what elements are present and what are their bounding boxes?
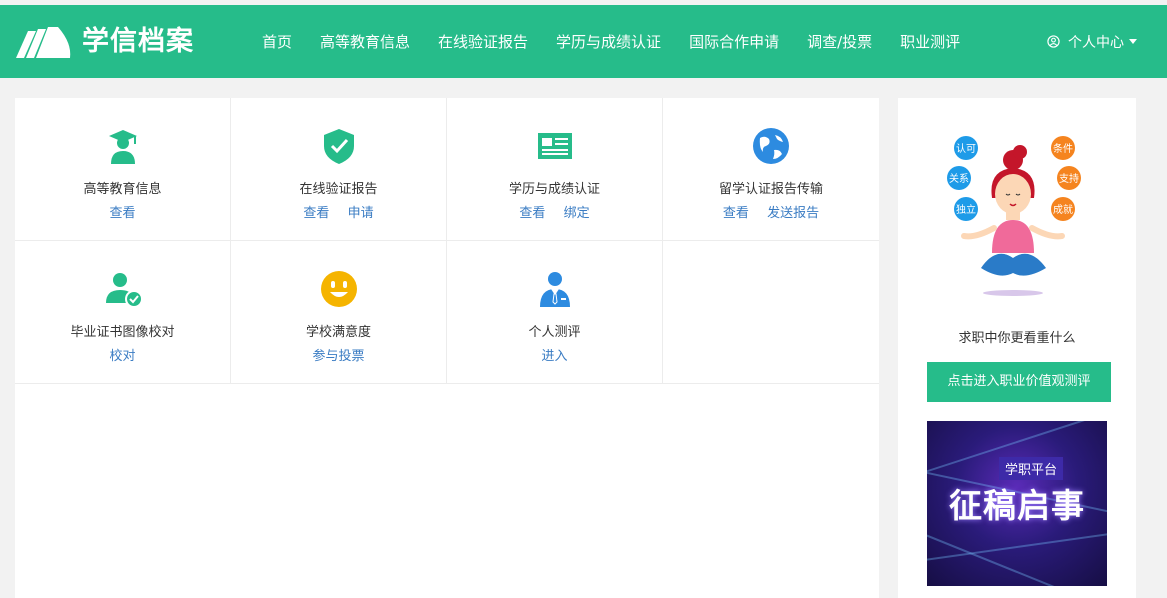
career-values-test-button[interactable]: 点击进入职业价值观测评 [927, 362, 1111, 402]
user-check-icon [105, 273, 143, 308]
service-card: 个人测评 进入 [447, 241, 663, 384]
service-title: 学历与成绩认证 [508, 182, 600, 197]
enter-link[interactable]: 进入 [541, 349, 567, 364]
view-link[interactable]: 查看 [723, 206, 749, 221]
user-circle-icon [1047, 35, 1060, 48]
service-card: 学校满意度 参与投票 [231, 241, 447, 384]
bubble-label: 认可 [956, 142, 976, 155]
bind-link[interactable]: 绑定 [564, 206, 590, 221]
sidebar-caption: 求职中你更看重什么 [958, 331, 1076, 346]
nav-higher-education[interactable]: 高等教育信息 [320, 31, 410, 52]
bubble-label: 成就 [1053, 203, 1073, 216]
nav-international[interactable]: 国际合作申请 [689, 31, 779, 52]
globe-icon [753, 128, 789, 164]
send-report-link[interactable]: 发送报告 [767, 206, 819, 221]
bubble-label: 支持 [1059, 172, 1079, 185]
nav-home[interactable]: 首页 [262, 31, 292, 52]
nav-degree-certification[interactable]: 学历与成绩认证 [556, 31, 661, 52]
logo-mark-icon [16, 27, 71, 58]
service-title: 学校满意度 [305, 325, 371, 340]
vote-link[interactable]: 参与投票 [312, 349, 364, 364]
service-card: 高等教育信息 查看 [15, 98, 231, 241]
service-title: 个人测评 [528, 325, 581, 340]
bubble-label: 关系 [949, 172, 969, 185]
bubble-label: 独立 [956, 203, 976, 216]
chevron-down-icon [1129, 39, 1137, 44]
view-link[interactable]: 查看 [519, 206, 545, 221]
empty-cell [663, 241, 879, 384]
brand-name: 学信档案 [82, 26, 194, 57]
main-nav: 首页 高等教育信息 在线验证报告 学历与成绩认证 国际合作申请 调查/投票 职业… [248, 5, 974, 78]
graduate-icon [108, 130, 137, 164]
nav-survey[interactable]: 调查/投票 [807, 31, 872, 52]
career-sidebar: 认可 关系 独立 条件 支持 成就 求职中你更看重什么 点击进入职业价值观测评 … [898, 98, 1136, 598]
service-card: 毕业证书图像校对 校对 [15, 241, 231, 384]
suit-person-icon [539, 272, 570, 307]
service-title: 高等教育信息 [83, 182, 162, 197]
meditating-girl-illustration[interactable]: 认可 关系 独立 条件 支持 成就 [926, 128, 1108, 306]
view-link[interactable]: 查看 [303, 206, 329, 221]
logo[interactable]: 学信档案 [14, 25, 194, 59]
service-title: 毕业证书图像校对 [70, 325, 175, 340]
service-card: 在线验证报告 查看 申请 [231, 98, 447, 241]
nav-career-test[interactable]: 职业测评 [900, 31, 960, 52]
user-menu-label: 个人中心 [1068, 34, 1124, 51]
service-title: 在线验证报告 [299, 182, 378, 197]
call-for-papers-banner[interactable]: 学职平台 征稿启事 [927, 421, 1107, 586]
user-menu[interactable]: 个人中心 [1047, 5, 1137, 78]
proofread-link[interactable]: 校对 [109, 349, 135, 364]
service-title: 留学认证报告传输 [718, 182, 823, 197]
banner-title: 征稿启事 [949, 486, 1085, 525]
smiley-icon [320, 271, 357, 307]
service-card: 留学认证报告传输 查看 发送报告 [663, 98, 879, 241]
book-icon [537, 133, 572, 159]
navbar: 学信档案 首页 高等教育信息 在线验证报告 学历与成绩认证 国际合作申请 调查/… [0, 5, 1167, 78]
nav-online-verification[interactable]: 在线验证报告 [438, 31, 528, 52]
banner-tag: 学职平台 [999, 457, 1064, 480]
service-card: 学历与成绩认证 查看 绑定 [447, 98, 663, 241]
bubble-label: 条件 [1053, 142, 1073, 155]
apply-link[interactable]: 申请 [348, 206, 374, 221]
view-link[interactable]: 查看 [109, 206, 135, 221]
shield-check-icon [323, 129, 354, 164]
services-panel: 高等教育信息 查看 在线验证报告 查看 申请 学历与成绩认证 查看 绑定 留学认… [15, 98, 879, 598]
